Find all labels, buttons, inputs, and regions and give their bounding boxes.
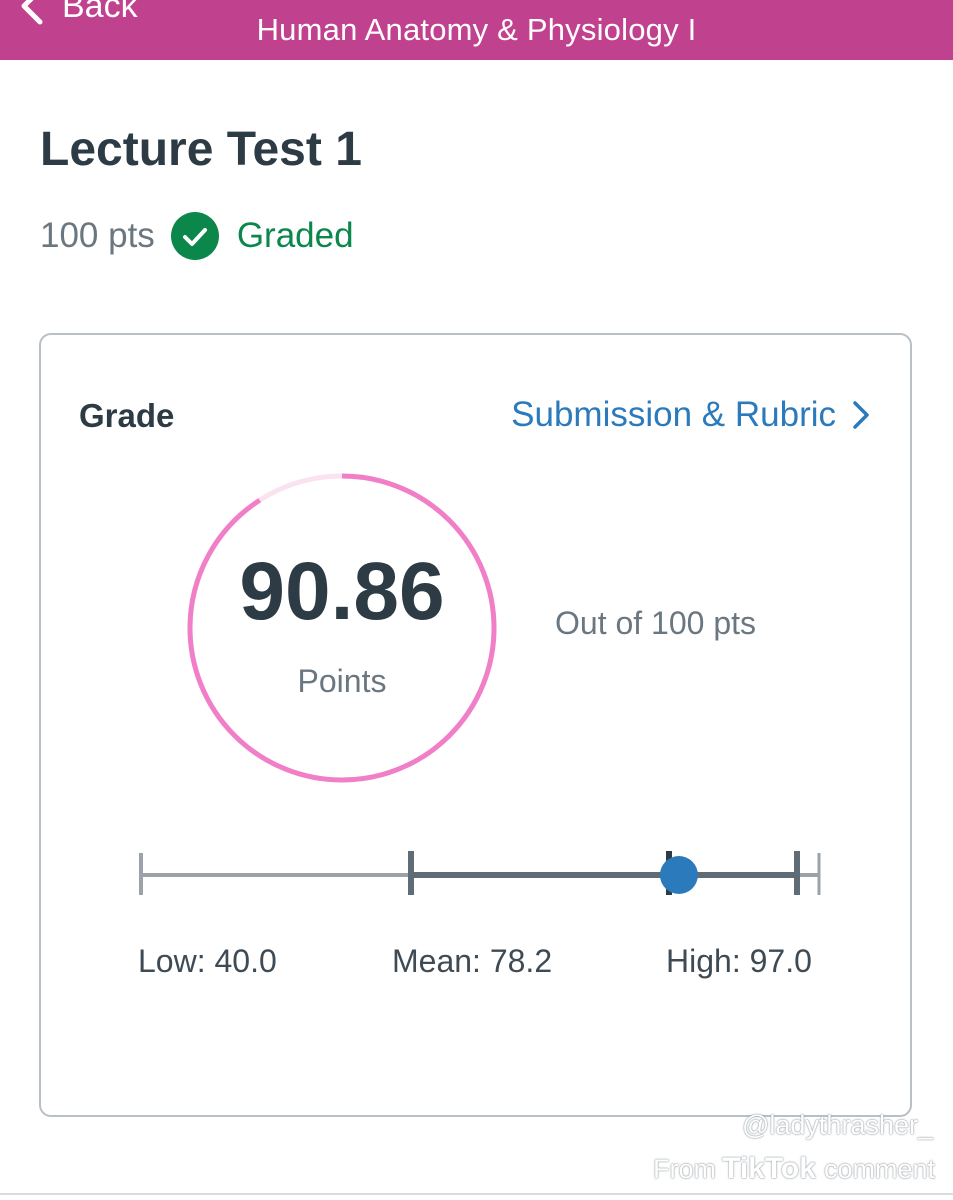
- grade-card: Grade Submission & Rubric 90.86 Points O…: [39, 333, 912, 1117]
- submission-rubric-label: Submission & Rubric: [511, 395, 836, 434]
- assignment-meta: 100 pts Graded: [40, 212, 354, 260]
- page-title: Lecture Test 1: [40, 123, 362, 176]
- bottom-divider: [0, 1193, 953, 1195]
- check-circle-icon: [170, 212, 219, 260]
- score-unit: Points: [297, 663, 387, 699]
- distribution-labels: Low: 40.0 Mean: 78.2 High: 97.0: [41, 943, 914, 983]
- score-value: 90.86: [239, 546, 445, 637]
- watermark-brand: TikTok: [722, 1152, 816, 1185]
- points-out-of: Out of 100 pts: [555, 605, 757, 641]
- grade-distribution-chart: [139, 851, 821, 895]
- watermark-from: From: [653, 1153, 717, 1184]
- watermark-handle: @ladythrasher_: [741, 1110, 933, 1140]
- watermark-comment: comment: [823, 1153, 935, 1184]
- mean-score-label: Mean: 78.2: [392, 943, 553, 979]
- submission-rubric-link[interactable]: Submission & Rubric: [511, 395, 870, 435]
- points-possible: 100 pts: [40, 216, 155, 255]
- watermark-source: From TikTok comment: [653, 1152, 935, 1186]
- status-badge: Graded: [236, 216, 354, 255]
- your-score-marker: [659, 856, 698, 894]
- nav-title-clipped: [0, 0, 953, 3]
- chevron-right-icon: [853, 401, 869, 429]
- grade-heading: Grade: [79, 397, 175, 434]
- top-nav-bar: Back Human Anatomy & Physiology I: [0, 0, 953, 60]
- course-name: Human Anatomy & Physiology I: [256, 12, 697, 47]
- low-score-label: Low: 40.0: [138, 943, 277, 979]
- high-score-label: High: 97.0: [666, 943, 812, 979]
